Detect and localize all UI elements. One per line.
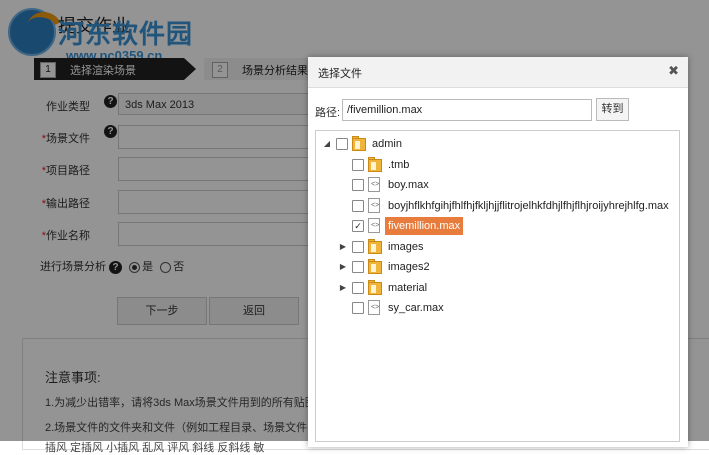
dialog-title: 选择文件 (318, 68, 362, 80)
folder-icon (368, 238, 382, 254)
tree-checkbox[interactable] (352, 281, 364, 294)
folder-icon (368, 259, 382, 274)
tree-checkbox[interactable] (352, 158, 364, 171)
go-button[interactable]: 转到 (596, 98, 629, 121)
tree-checkbox[interactable] (352, 240, 364, 253)
tree-item-label: images2 (388, 261, 430, 273)
file-icon: <> (368, 197, 381, 213)
tree-item-label: .tmb (388, 158, 410, 171)
close-icon[interactable]: ✖ (668, 64, 679, 78)
tree-checkbox[interactable] (352, 199, 364, 212)
file-icon: <> (368, 177, 381, 192)
tree-checkbox[interactable] (352, 261, 364, 273)
folder-icon (368, 279, 382, 295)
tree-item-label: boy.max (388, 179, 429, 191)
tree-item-label: fivemillion.max (385, 217, 464, 235)
expand-arrow-icon[interactable]: ▶ (338, 238, 348, 256)
tree-item-label: admin (372, 138, 402, 150)
tree-item-label: boyjhflkhfgihjfhlfhjfkljhjjflitrojelhkfd… (388, 199, 669, 212)
tree-item-label: sy_car.max (388, 302, 444, 314)
dialog-header: 选择文件 ✖ (308, 57, 688, 88)
file-tree: ◢ admin .tmb <> boy.max <> boyjhflkhfgihjfhlfh… (315, 130, 680, 442)
tree-item-label: images (388, 240, 424, 253)
tree-checkbox[interactable] (352, 179, 364, 191)
tree-item-label: material (388, 281, 428, 294)
tree-checkbox[interactable]: ✓ (352, 220, 364, 232)
tree-checkbox[interactable] (336, 138, 348, 150)
tree-checkbox[interactable] (352, 302, 364, 314)
folder-icon (352, 136, 366, 151)
file-icon: <> (368, 300, 381, 315)
expand-arrow-icon[interactable]: ▶ (338, 279, 348, 297)
path-label: 路径: (315, 107, 341, 119)
file-icon: <> (368, 218, 381, 233)
notice-line: 插风 定插风 小插风 乱风 评风 斜线 反斜线 敏 (45, 442, 265, 454)
expanded-icon[interactable]: ◢ (322, 135, 332, 153)
folder-icon (368, 156, 382, 172)
path-input[interactable] (342, 99, 592, 121)
expand-arrow-icon[interactable]: ▶ (338, 258, 348, 276)
select-file-dialog: 选择文件 ✖ 路径: 转到 ◢ admin .tmb <> boy.max <> boyjh… (308, 57, 688, 447)
